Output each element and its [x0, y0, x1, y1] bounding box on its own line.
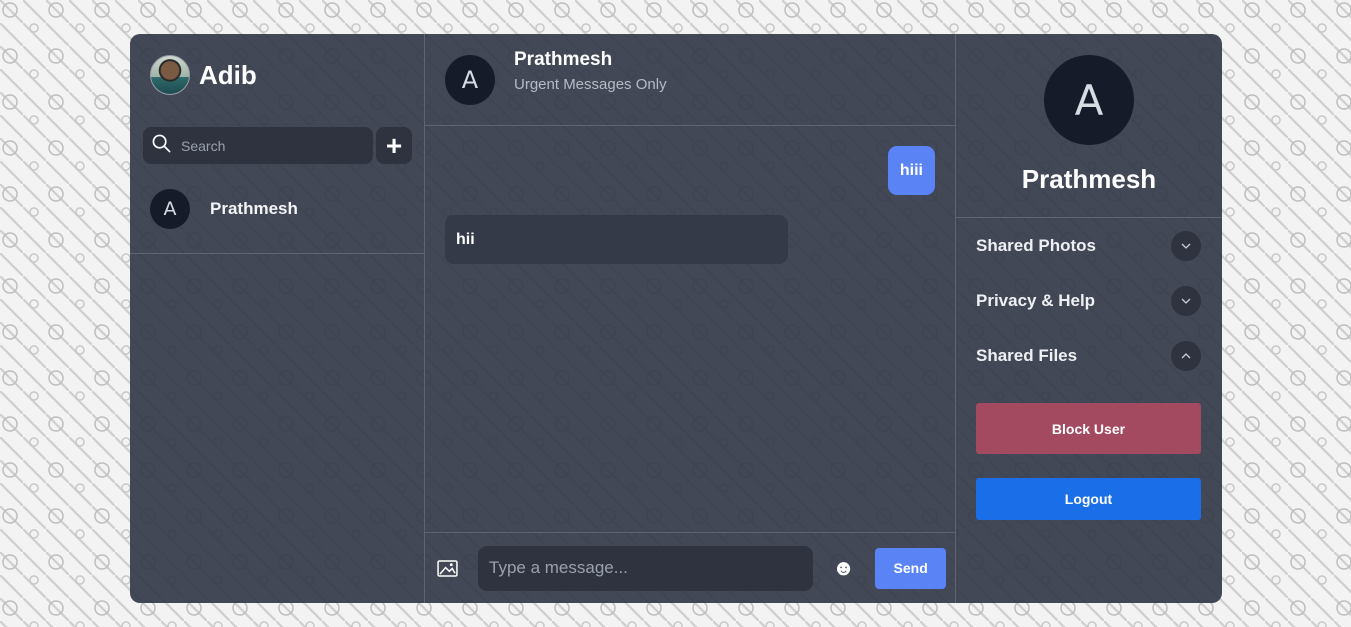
section-label: Privacy & Help — [976, 290, 1096, 310]
contact-avatar: A — [150, 188, 190, 229]
message-composer: ☻ Send — [425, 532, 955, 603]
block-user-button[interactable]: Block User — [976, 403, 1201, 454]
chat-contact-name: Prathmesh — [514, 48, 613, 70]
profile-avatar: A — [1044, 55, 1134, 145]
user-avatar[interactable] — [150, 55, 190, 95]
search-icon — [152, 134, 171, 158]
current-user-header: Adib — [130, 34, 424, 116]
chat-contact-status: Urgent Messages Only — [514, 75, 667, 93]
chevron-down-icon[interactable] — [1171, 230, 1201, 261]
section-label: Shared Photos — [976, 235, 1096, 255]
chat-avatar: A — [445, 54, 495, 105]
chat-panel: A Prathmesh Urgent Messages Only hiii hi… — [425, 34, 956, 603]
contact-list-item[interactable]: A Prathmesh — [130, 180, 424, 254]
outgoing-message: hiii — [887, 146, 935, 195]
contact-name: Prathmesh — [210, 198, 298, 218]
send-button[interactable]: Send — [875, 547, 947, 589]
search-input[interactable] — [181, 137, 351, 154]
chevron-down-icon[interactable] — [1171, 285, 1201, 316]
message-input[interactable] — [478, 545, 813, 591]
search-box[interactable] — [143, 127, 373, 164]
incoming-message: hii — [445, 215, 788, 264]
profile-header: A Prathmesh — [956, 34, 1222, 218]
chat-app-window: Adib + A Prathmesh A Prathmesh Urgent Me… — [130, 34, 1222, 603]
contacts-sidebar: Adib + A Prathmesh — [130, 34, 425, 603]
section-shared-files[interactable]: Shared Files — [956, 328, 1222, 383]
details-panel: A Prathmesh Shared Photos Privacy & Help… — [956, 34, 1222, 603]
current-user-name: Adib — [199, 59, 257, 90]
image-icon[interactable] — [437, 559, 458, 577]
section-privacy-help[interactable]: Privacy & Help — [956, 273, 1222, 328]
section-label: Shared Files — [976, 345, 1078, 365]
chat-header-text: Prathmesh Urgent Messages Only — [514, 49, 667, 93]
chevron-up-icon[interactable] — [1171, 340, 1201, 371]
message-list: hiii hii — [425, 126, 955, 532]
profile-name: Prathmesh — [1021, 164, 1157, 194]
search-row: + — [130, 116, 424, 164]
add-contact-button[interactable]: + — [376, 127, 412, 164]
chat-header: A Prathmesh Urgent Messages Only — [425, 34, 955, 126]
emoji-icon[interactable]: ☻ — [832, 557, 855, 579]
section-shared-photos[interactable]: Shared Photos — [956, 218, 1222, 273]
logout-button[interactable]: Logout — [976, 478, 1201, 520]
